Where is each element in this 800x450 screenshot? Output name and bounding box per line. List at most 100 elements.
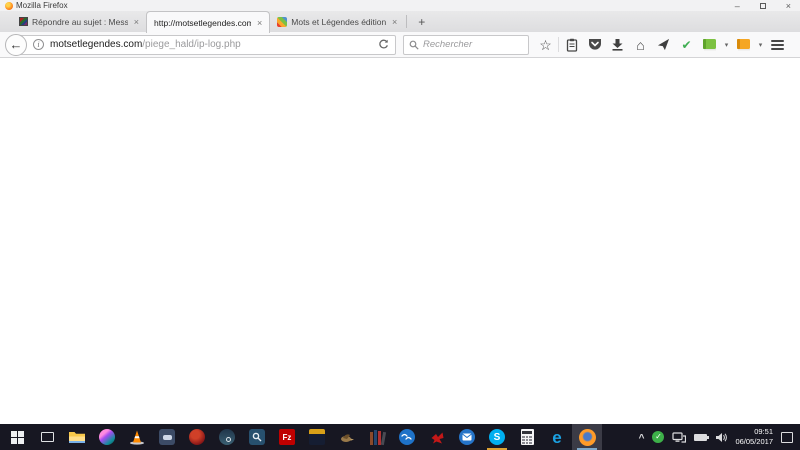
restore-button[interactable]: [760, 1, 766, 11]
clipboard-icon: [566, 38, 578, 52]
back-button[interactable]: ←: [5, 34, 27, 56]
red-game-icon: [189, 429, 205, 445]
battery-icon[interactable]: [694, 434, 707, 441]
magnifier-tool-icon: [249, 429, 265, 445]
tab-close-icon[interactable]: ×: [132, 17, 139, 27]
calculator-button[interactable]: [512, 424, 542, 450]
hamburger-icon: [771, 40, 784, 50]
close-button[interactable]: ×: [786, 1, 791, 11]
vlc-cone-icon: [129, 429, 145, 445]
green-book-dropdown[interactable]: ▾: [721, 34, 732, 56]
antivirus-ok-icon[interactable]: ✓: [652, 431, 664, 443]
orange-book-icon: [736, 38, 751, 51]
tab-label: Mots et Légendes éditions -: [291, 17, 386, 27]
reload-button[interactable]: [372, 39, 395, 50]
skype-button[interactable]: S: [482, 424, 512, 450]
joomla-favicon-icon: [277, 17, 287, 27]
media-player-icon: [99, 429, 115, 445]
site-info-icon[interactable]: i: [33, 39, 44, 50]
window-controls: – ×: [735, 1, 796, 11]
start-button[interactable]: [2, 424, 32, 450]
tab-ip-log-active[interactable]: http://motsetlegendes.com/pieg ×: [146, 11, 270, 33]
taskbar-clock[interactable]: 09:51 06/05/2017: [735, 427, 773, 447]
pocket-button[interactable]: [583, 34, 606, 56]
filezilla-icon: Fz: [279, 429, 295, 445]
forum-favicon-icon: [19, 17, 28, 26]
search-icon: [409, 40, 419, 50]
tab-label: http://motsetlegendes.com/pieg: [154, 18, 251, 28]
filezilla-button[interactable]: Fz: [272, 424, 302, 450]
edge-button[interactable]: e: [542, 424, 572, 450]
windows-logo-icon: [11, 431, 24, 444]
windows-taskbar: Fz: [0, 424, 800, 450]
toolbar-divider: [558, 37, 559, 52]
network-icon[interactable]: [672, 432, 686, 443]
tab-bar: Répondre au sujet : Messag × http://mots…: [0, 11, 800, 32]
send-page-button[interactable]: [652, 34, 675, 56]
paper-plane-icon: [657, 38, 670, 51]
navigation-toolbar: ← i motsetlegendes.com/piege_hald/ip-log…: [0, 32, 800, 58]
search-tool-button[interactable]: [242, 424, 272, 450]
green-book-addon-button[interactable]: [698, 34, 721, 56]
minimize-button[interactable]: –: [735, 1, 740, 11]
tab-forum-reply[interactable]: Répondre au sujet : Messag ×: [12, 11, 146, 32]
file-explorer-button[interactable]: [62, 424, 92, 450]
discord-button[interactable]: [152, 424, 182, 450]
thunderbird-icon: [459, 429, 475, 445]
file-explorer-icon: [68, 430, 86, 444]
vlc-button[interactable]: [122, 424, 152, 450]
new-tab-button[interactable]: +: [409, 11, 434, 32]
tab-label: Répondre au sujet : Messag: [32, 17, 128, 27]
bird-globe-button[interactable]: [392, 424, 422, 450]
window-titlebar: Mozilla Firefox – ×: [0, 0, 800, 11]
thunderbird-button[interactable]: [452, 424, 482, 450]
desktop-screen: Mozilla Firefox – × Répondre au sujet : …: [0, 0, 800, 450]
search-bar[interactable]: [403, 35, 529, 55]
bird-globe-icon: [399, 429, 415, 445]
window-title: Mozilla Firefox: [16, 1, 68, 10]
steam-button[interactable]: [212, 424, 242, 450]
downloads-button[interactable]: [606, 34, 629, 56]
menu-button[interactable]: [766, 34, 789, 56]
book-library-icon: [370, 430, 385, 445]
bird-app-button[interactable]: [332, 424, 362, 450]
discord-icon: [159, 429, 175, 445]
book-library-button[interactable]: [362, 424, 392, 450]
toolbar-buttons: ☆ ⌂: [534, 34, 789, 56]
firefox-icon: [579, 429, 596, 446]
task-view-icon: [41, 432, 54, 442]
bookmark-star-button[interactable]: ☆: [534, 34, 557, 56]
tab-separator: [406, 15, 407, 28]
restore-icon: [760, 3, 766, 9]
red-game-button[interactable]: [182, 424, 212, 450]
url-bar[interactable]: i motsetlegendes.com/piege_hald/ip-log.p…: [16, 35, 396, 55]
url-path: /piege_hald/ip-log.php: [142, 39, 240, 50]
page-content: [0, 58, 800, 424]
tab-close-icon[interactable]: ×: [255, 18, 262, 28]
tray-expand-chevron[interactable]: ^: [639, 435, 645, 443]
firefox-button[interactable]: [572, 424, 602, 450]
media-player-button[interactable]: [92, 424, 122, 450]
system-tray: ^ ✓ 09:51 06/05/2017: [639, 427, 800, 447]
tab-mots-et-legendes[interactable]: Mots et Légendes éditions - ×: [270, 11, 404, 32]
orange-book-dropdown[interactable]: ▾: [755, 34, 766, 56]
home-button[interactable]: ⌂: [629, 34, 652, 56]
task-view-button[interactable]: [32, 424, 62, 450]
dark-game-button[interactable]: [302, 424, 332, 450]
clipboard-button[interactable]: [560, 34, 583, 56]
addon-check-button[interactable]: ✔: [675, 34, 698, 56]
pocket-icon: [588, 38, 602, 51]
dragon-app-button[interactable]: [422, 424, 452, 450]
search-input[interactable]: [423, 39, 523, 50]
tab-close-icon[interactable]: ×: [390, 17, 397, 27]
download-icon: [611, 38, 624, 51]
green-book-icon: [702, 38, 717, 51]
skype-icon: S: [489, 429, 505, 445]
red-dragon-icon: [430, 430, 445, 445]
edge-icon: e: [552, 429, 561, 446]
steam-icon: [219, 429, 235, 445]
orange-book-addon-button[interactable]: [732, 34, 755, 56]
volume-icon[interactable]: [715, 432, 727, 443]
action-center-icon[interactable]: [781, 432, 793, 443]
reload-icon: [378, 39, 389, 50]
